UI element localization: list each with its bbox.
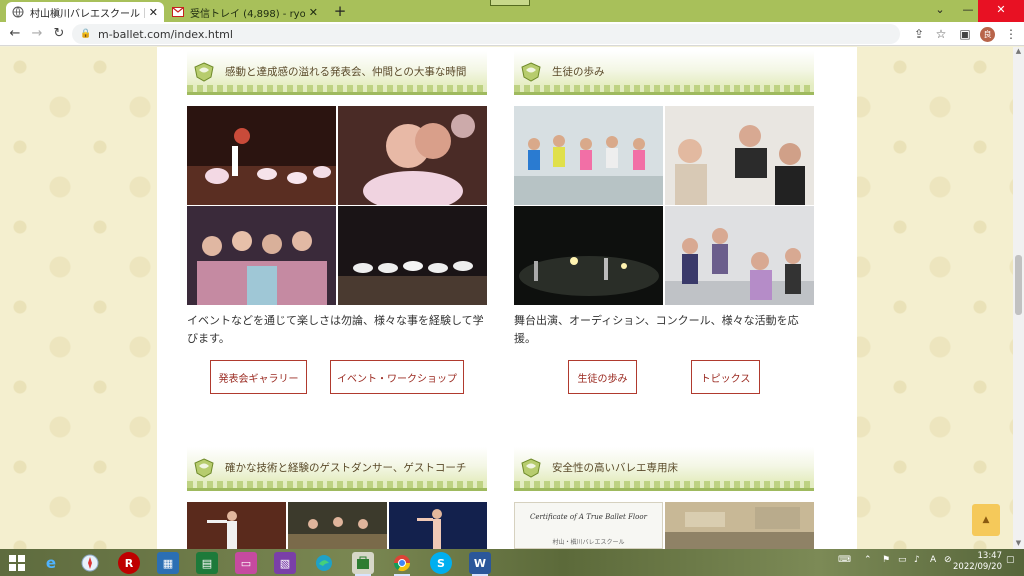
address-bar[interactable]: 🔒 m-ballet.com/index.html [72, 24, 900, 44]
tab-title: 受信トレイ (4,898) - ryomurayam [190, 8, 305, 20]
crest-icon [191, 61, 217, 83]
photos-icon[interactable]: ▧ [274, 552, 296, 574]
clock-date: 2022/09/20 [953, 562, 1002, 572]
bookmark-star-icon[interactable]: ☆ [932, 25, 950, 43]
status-icon[interactable]: ⊘ [944, 555, 952, 565]
floor-certificate-image: Certificate of A True Ballet Floor 村山・槇川… [514, 502, 663, 549]
gmail-icon [172, 6, 184, 18]
rakuten-icon[interactable]: R [118, 552, 140, 574]
students-description: 舞台出演、オーディション、コンクール、様々な活動を応援。 [514, 314, 799, 345]
safari-icon[interactable] [79, 552, 101, 574]
notification-icon[interactable]: ▢ [1006, 555, 1015, 565]
page-top-button[interactable]: ▲ [972, 504, 1000, 536]
lock-icon: 🔒 [80, 29, 92, 39]
recital-stage-photo [187, 106, 336, 205]
tab-gmail[interactable]: 受信トレイ (4,898) - ryomurayam ✕ [166, 2, 324, 22]
tab-m-ballet[interactable]: 村山槇川バレエスクール｜東京都足 ✕ [6, 2, 164, 22]
crest-icon [518, 457, 544, 479]
taskbar-clock[interactable]: 13:47 2022/09/20 [952, 551, 1002, 573]
menu-icon[interactable]: ⋮ [1002, 25, 1020, 43]
clock-time: 13:47 [977, 551, 1003, 561]
new-tab-button[interactable]: + [332, 3, 348, 19]
ime-icon[interactable]: A [930, 555, 936, 565]
students-eating-photo [665, 106, 814, 205]
guest-coach-photo [389, 502, 487, 549]
window-close-icon[interactable]: ✕ [978, 0, 1024, 22]
dancers-hugging-photo [338, 106, 487, 205]
skype-icon[interactable]: S [430, 552, 452, 574]
studio-group-photo [665, 206, 814, 305]
notepad-icon[interactable]: ▭ [235, 552, 257, 574]
night-event-photo [514, 206, 663, 305]
flag-icon[interactable]: ⚑ [882, 555, 890, 565]
chrome-icon[interactable] [391, 552, 413, 576]
certificate-school: 村山・槇川バレエスクール [552, 539, 625, 546]
section-title: 生徒の歩み [552, 66, 605, 78]
section-title: 確かな技術と経験のゲストダンサー、ゲストコーチ [225, 462, 467, 474]
guest-dancer-photo [187, 502, 286, 549]
internet-explorer-icon[interactable]: e [40, 552, 62, 574]
section-header-events: 感動と達成感の溢れる発表会、仲間との大事な時間 [187, 51, 487, 95]
windows-start-icon[interactable] [6, 552, 28, 574]
crest-icon [191, 457, 217, 479]
vine-ornament [187, 481, 487, 488]
scroll-down-icon[interactable]: ▼ [1013, 539, 1024, 549]
share-icon[interactable]: ⇪ [910, 25, 928, 43]
guest-group-photo [288, 502, 387, 549]
profile-avatar[interactable]: 良 [980, 27, 995, 42]
url-text: m-ballet.com/index.html [98, 27, 233, 41]
vertical-scrollbar[interactable]: ▲ ▼ [1013, 47, 1024, 549]
rehearsal-stage-photo [338, 206, 487, 305]
section-header-guests: 確かな技術と経験のゲストダンサー、ゲストコーチ [187, 447, 487, 491]
ballet-floor-photo [665, 502, 814, 549]
tab-title: 村山槇川バレエスクール｜東京都足 [30, 8, 145, 20]
certificate-title: Certificate of A True Ballet Floor [530, 513, 647, 521]
section-header-students: 生徒の歩み [514, 51, 814, 95]
forward-icon[interactable]: → [28, 25, 46, 43]
content-column: 感動と達成感の溢れる発表会、仲間との大事な時間 イベントなどを通じて楽しさは勿論… [157, 47, 857, 549]
kids-cheering-photo [514, 106, 663, 205]
tray-overflow-icon[interactable]: ⌃ [864, 555, 872, 565]
group-costume-photo [187, 206, 336, 305]
tab-strip: 村山槇川バレエスクール｜東京都足 ✕ 受信トレイ (4,898) - ryomu… [0, 0, 1024, 22]
tab-close-icon[interactable]: ✕ [309, 6, 318, 19]
vine-ornament [514, 481, 814, 488]
windows-taskbar: e R ▦ ▤ ▭ ▧ S W ⌨ ⌃ ⚑ ▭ ♪ A ⊘ ▢ [0, 549, 1024, 576]
section-title: 安全性の高いバレエ専用床 [552, 462, 678, 474]
network-icon[interactable]: ▭ [898, 555, 907, 565]
topics-button[interactable]: トピックス [691, 360, 760, 394]
section-title: 感動と達成感の溢れる発表会、仲間との大事な時間 [225, 66, 467, 78]
store-icon[interactable] [352, 552, 374, 576]
globe-icon [12, 6, 24, 18]
word-icon[interactable]: W [469, 552, 491, 576]
excel-store-icon[interactable]: ▤ [196, 552, 218, 574]
vine-ornament [514, 85, 814, 92]
volume-icon[interactable]: ♪ [914, 555, 920, 565]
vine-ornament [187, 85, 487, 92]
edge-icon[interactable] [313, 552, 335, 574]
browser-toolbar: ← → ↻ 🔒 m-ballet.com/index.html ⇪ ☆ ▣ ⋮ [0, 22, 1024, 46]
back-icon[interactable]: ← [6, 25, 24, 43]
scrollbar-thumb[interactable] [1015, 255, 1022, 315]
keyboard-icon[interactable]: ⌨ [838, 555, 851, 565]
side-panel-icon[interactable]: ▣ [956, 25, 974, 43]
tab-search-icon[interactable]: ⌄ [925, 0, 955, 22]
events-workshop-button[interactable]: イベント・ワークショップ [330, 360, 464, 394]
tab-strip-handle [490, 0, 530, 6]
page-viewport: 感動と達成感の溢れる発表会、仲間との大事な時間 イベントなどを通じて楽しさは勿論… [0, 47, 1013, 549]
student-progress-button[interactable]: 生徒の歩み [568, 360, 637, 394]
reload-icon[interactable]: ↻ [50, 25, 68, 43]
scroll-up-icon[interactable]: ▲ [1013, 47, 1024, 57]
calculator-icon[interactable]: ▦ [157, 552, 179, 574]
crest-icon [518, 61, 544, 83]
section-header-floor: 安全性の高いバレエ専用床 [514, 447, 814, 491]
events-description: イベントなどを通じて楽しさは勿論、様々な事を経験して学びます。 [187, 314, 484, 345]
tab-close-icon[interactable]: ✕ [149, 6, 158, 19]
recital-gallery-button[interactable]: 発表会ギャラリー [210, 360, 307, 394]
